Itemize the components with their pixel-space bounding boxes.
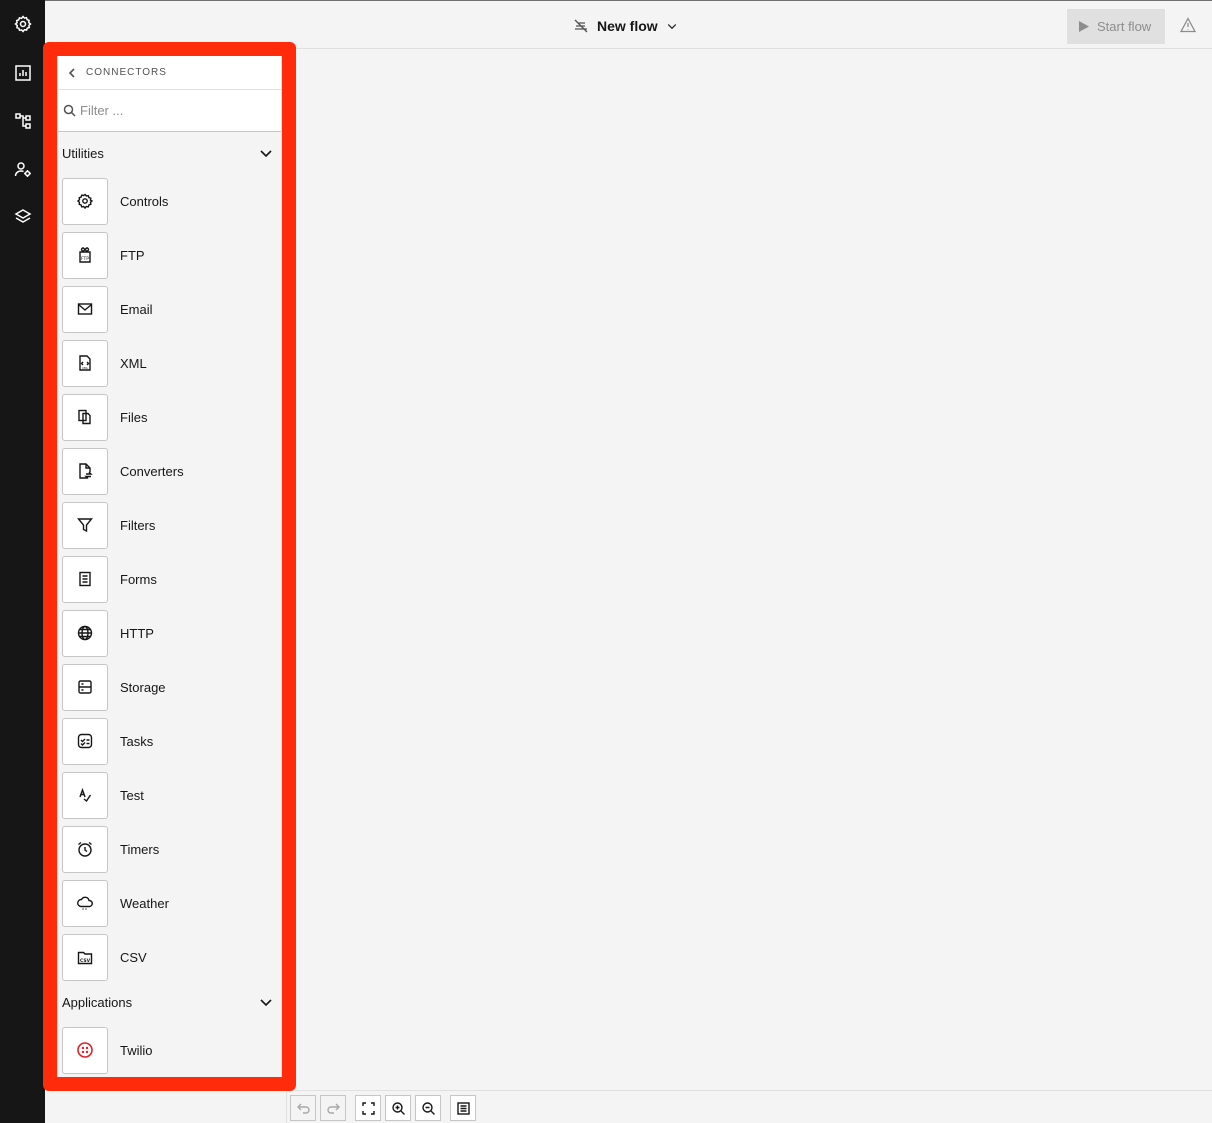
settings-icon xyxy=(13,15,32,33)
section-label: Utilities xyxy=(62,145,104,161)
filter-icon xyxy=(62,501,108,549)
redo-icon xyxy=(326,1103,340,1114)
layers-icon xyxy=(13,209,32,223)
connector-controls[interactable]: Controls xyxy=(62,177,279,225)
connectors-panel: CONNECTORS Utilities Controls FTP FTP Em… xyxy=(57,56,282,1077)
gear-icon xyxy=(62,177,108,225)
zoom-in-icon xyxy=(391,1101,405,1115)
connector-label: Controls xyxy=(120,193,169,209)
connector-label: FTP xyxy=(120,247,145,263)
connector-label: Twilio xyxy=(120,1042,153,1058)
connector-label: XML xyxy=(120,355,147,371)
connector-email[interactable]: Email xyxy=(62,285,279,333)
play-icon xyxy=(1079,21,1089,32)
search-icon xyxy=(58,90,80,132)
chevron-down-icon xyxy=(260,150,272,158)
start-flow-label: Start flow xyxy=(1097,19,1152,34)
back-button[interactable] xyxy=(58,56,86,90)
svg-text:XML: XML xyxy=(82,366,89,370)
globe-icon xyxy=(62,609,108,657)
fit-to-screen-button[interactable] xyxy=(355,1095,381,1121)
flows-rail-button[interactable] xyxy=(0,97,45,145)
dashboard-rail-button[interactable] xyxy=(0,49,45,97)
connector-label: Timers xyxy=(120,841,160,857)
connector-test[interactable]: Test xyxy=(62,771,279,819)
flow-title: New flow xyxy=(597,18,658,34)
section-label: Applications xyxy=(62,994,133,1010)
files-icon xyxy=(62,393,108,441)
filter-search xyxy=(58,90,281,132)
section-utilities[interactable]: Utilities xyxy=(58,133,281,173)
svg-text:FTP: FTP xyxy=(81,256,89,262)
warning-button[interactable] xyxy=(1179,17,1198,35)
connector-timers[interactable]: Timers xyxy=(62,825,279,873)
svg-text:CSV: CSV xyxy=(80,958,91,964)
start-flow-button[interactable]: Start flow xyxy=(1067,9,1165,44)
warning-icon xyxy=(1179,17,1197,33)
connector-label: Email xyxy=(120,301,153,317)
connector-storage[interactable]: Storage xyxy=(62,663,279,711)
dashboard-icon xyxy=(14,65,31,81)
tasks-icon xyxy=(62,717,108,765)
list-view-icon xyxy=(456,1101,470,1115)
convert-icon xyxy=(62,447,108,495)
connector-label: Forms xyxy=(120,571,157,587)
alarm-icon xyxy=(62,825,108,873)
flow-canvas[interactable] xyxy=(296,50,1212,1090)
fit-screen-icon xyxy=(361,1101,375,1115)
canvas-toolbar xyxy=(286,1090,1212,1123)
chevron-down-icon xyxy=(667,24,676,30)
flows-icon xyxy=(14,113,31,129)
undo-button[interactable] xyxy=(290,1095,316,1121)
form-icon xyxy=(62,555,108,603)
connector-files[interactable]: Files xyxy=(62,393,279,441)
connector-ftp[interactable]: FTP FTP xyxy=(62,231,279,279)
panel-title: CONNECTORS xyxy=(86,67,167,78)
connector-label: Tasks xyxy=(120,733,154,749)
zoom-out-button[interactable] xyxy=(415,1095,441,1121)
chevron-left-icon xyxy=(68,67,75,78)
connector-twilio[interactable]: Twilio xyxy=(62,1026,279,1074)
connector-label: CSV xyxy=(120,949,147,965)
connector-label: Weather xyxy=(120,895,169,911)
connector-label: Storage xyxy=(120,679,166,695)
csv-icon: CSV xyxy=(62,933,108,981)
settings-rail-button[interactable] xyxy=(0,0,45,48)
xml-file-icon: XML xyxy=(62,339,108,387)
connector-tasks[interactable]: Tasks xyxy=(62,717,279,765)
connector-label: HTTP xyxy=(120,625,154,641)
section-applications[interactable]: Applications xyxy=(58,982,281,1022)
zoom-out-icon xyxy=(421,1101,435,1115)
flow-status-icon xyxy=(574,19,588,33)
user-settings-rail-button[interactable] xyxy=(0,145,45,193)
connector-label: Filters xyxy=(120,517,156,533)
connector-converters[interactable]: Converters xyxy=(62,447,279,495)
panel-header: CONNECTORS xyxy=(58,56,281,90)
user-settings-icon xyxy=(14,162,31,177)
undo-icon xyxy=(296,1103,310,1114)
weather-icon xyxy=(62,879,108,927)
flow-title-menu[interactable]: New flow xyxy=(573,16,678,36)
connector-http[interactable]: HTTP xyxy=(62,609,279,657)
redo-button[interactable] xyxy=(320,1095,346,1121)
storage-icon xyxy=(62,663,108,711)
connector-label: Test xyxy=(120,787,144,803)
connector-weather[interactable]: Weather xyxy=(62,879,279,927)
connector-filters[interactable]: Filters xyxy=(62,501,279,549)
connector-csv[interactable]: CSV CSV xyxy=(62,933,279,981)
zoom-in-button[interactable] xyxy=(385,1095,411,1121)
connector-xml[interactable]: XML XML xyxy=(62,339,279,387)
connector-forms[interactable]: Forms xyxy=(62,555,279,603)
test-icon xyxy=(62,771,108,819)
left-rail xyxy=(0,0,45,1123)
connector-label: Converters xyxy=(120,463,184,479)
minimap-button[interactable] xyxy=(450,1095,476,1121)
connector-label: Files xyxy=(120,409,148,425)
chevron-down-icon xyxy=(260,999,272,1007)
twilio-icon xyxy=(62,1026,108,1074)
filter-input[interactable] xyxy=(80,103,260,118)
layers-rail-button[interactable] xyxy=(0,193,45,241)
ftp-icon: FTP xyxy=(62,231,108,279)
email-icon xyxy=(62,285,108,333)
